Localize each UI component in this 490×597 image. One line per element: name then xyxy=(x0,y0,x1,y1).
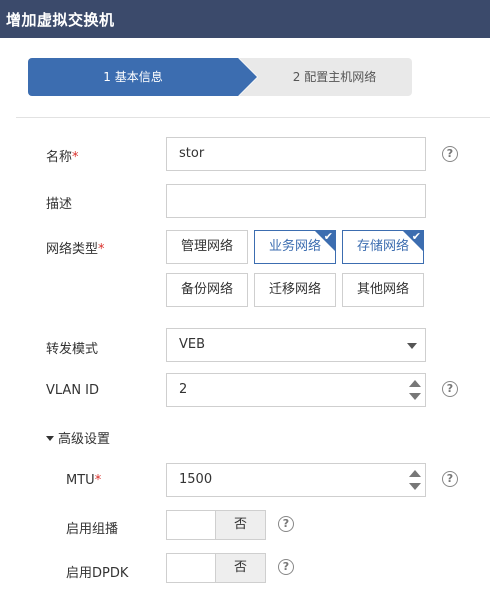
spin-down-icon[interactable] xyxy=(409,393,421,400)
check-icon: ✔ xyxy=(323,230,333,243)
spin-up-icon[interactable] xyxy=(409,380,421,387)
name-help-icon[interactable]: ? xyxy=(442,146,458,162)
multicast-switch-off: 否 xyxy=(215,511,265,539)
vlan-id-help-icon[interactable]: ? xyxy=(442,381,458,397)
dpdk-label: 启用DPDK xyxy=(66,566,129,581)
network-type-option-service[interactable]: 业务网络 ✔ xyxy=(254,230,336,264)
multicast-help-icon[interactable]: ? xyxy=(278,516,294,532)
vlan-id-value: 2 xyxy=(179,382,188,397)
network-type-option-migration[interactable]: 迁移网络 xyxy=(254,273,336,307)
step-arrow xyxy=(238,58,257,96)
vlan-id-input[interactable]: 2 xyxy=(166,373,426,407)
network-type-option-storage[interactable]: 存储网络 ✔ xyxy=(342,230,424,264)
dialog-titlebar: 增加虚拟交换机 xyxy=(0,0,490,38)
forward-mode-value: VEB xyxy=(179,337,206,352)
divider xyxy=(16,117,490,118)
dpdk-help-icon[interactable]: ? xyxy=(278,559,294,575)
spin-up-icon[interactable] xyxy=(409,470,421,477)
name-input[interactable]: stor xyxy=(166,137,426,171)
wizard-steps: 1 基本信息 2 配置主机网络 xyxy=(28,58,412,96)
mtu-value: 1500 xyxy=(179,472,213,487)
mtu-input[interactable]: 1500 xyxy=(166,463,426,497)
check-icon: ✔ xyxy=(411,230,421,243)
name-label: 名称* xyxy=(46,150,79,165)
step-basic-info-label: 1 基本信息 xyxy=(103,70,163,84)
chevron-down-icon xyxy=(407,343,417,349)
dialog-title: 增加虚拟交换机 xyxy=(6,11,115,29)
dpdk-switch-off: 否 xyxy=(215,554,265,582)
network-type-option-management[interactable]: 管理网络 xyxy=(166,230,248,264)
network-type-option-other[interactable]: 其他网络 xyxy=(342,273,424,307)
spin-down-icon[interactable] xyxy=(409,483,421,490)
step-host-network-label[interactable]: 2 配置主机网络 xyxy=(257,68,412,85)
forward-mode-select[interactable]: VEB xyxy=(166,328,426,362)
caret-down-icon xyxy=(46,436,54,441)
multicast-switch[interactable]: 否 xyxy=(166,510,266,540)
advanced-settings-label: 高级设置 xyxy=(58,432,111,447)
description-label: 描述 xyxy=(46,197,73,212)
forward-mode-label: 转发模式 xyxy=(46,342,99,357)
mtu-help-icon[interactable]: ? xyxy=(442,471,458,487)
vlan-id-label: VLAN ID xyxy=(46,383,100,398)
network-type-option-backup[interactable]: 备份网络 xyxy=(166,273,248,307)
description-input[interactable] xyxy=(166,184,426,218)
mtu-label: MTU* xyxy=(66,473,102,488)
advanced-settings-toggle[interactable]: 高级设置 xyxy=(46,428,110,447)
name-input-value: stor xyxy=(179,146,205,161)
multicast-label: 启用组播 xyxy=(66,522,119,537)
network-type-label: 网络类型* xyxy=(46,242,105,257)
dpdk-switch[interactable]: 否 xyxy=(166,553,266,583)
